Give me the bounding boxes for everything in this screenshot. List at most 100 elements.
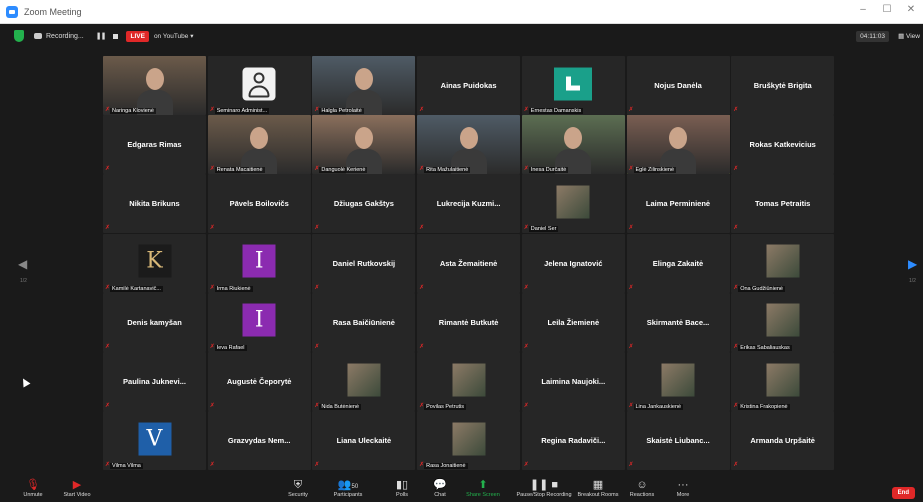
muted-mic-icon: ✗ (209, 343, 215, 350)
previous-page-arrow-icon[interactable]: ◀ (18, 257, 27, 271)
avatar-letter: V (146, 426, 163, 452)
view-button[interactable]: ▦ View (898, 32, 920, 40)
participant-tile[interactable]: Rasa Jonaitienė ✗ (417, 411, 521, 471)
participant-tile[interactable]: Liana Uleckaitė ✗ (312, 411, 416, 471)
muted-mic-icon: ✗ (523, 284, 529, 291)
encryption-shield-icon[interactable] (14, 30, 24, 42)
share-screen-label: Share Screen (466, 492, 500, 498)
participant-tile[interactable]: Elinga Zakaitė ✗ (626, 233, 730, 293)
letter-i-icon: I (242, 303, 276, 337)
muted-mic-icon: ✗ (523, 166, 529, 173)
stop-recording-icon[interactable] (113, 33, 119, 39)
unmute-button[interactable]: 🎙 Unmute (8, 478, 58, 498)
participant-tile[interactable]: Ona Gudžiūnienė ✗ (731, 233, 835, 293)
participant-tile[interactable]: Eglė Žilinskienė ✗ (626, 115, 730, 175)
start-video-button[interactable]: ▶ Start Video (52, 478, 102, 498)
participant-tile[interactable]: Danguolė Kerienė ✗ (312, 115, 416, 175)
participant-tile[interactable]: Rasa Baičiūnienė ✗ (312, 292, 416, 352)
participant-tile[interactable]: Daniel Rutkovskij ✗ (312, 233, 416, 293)
participant-tile[interactable]: Ernestas Damanskis ✗ (521, 56, 625, 115)
participant-tile[interactable]: Kristina Frakopienė ✗ (731, 352, 835, 411)
participant-tile[interactable]: Rita Mažulaitienė ✗ (417, 115, 521, 175)
logo-l-icon (554, 67, 593, 101)
recording-indicator[interactable]: Recording... (34, 33, 84, 40)
participant-name-label: Eglė Žilinskienė (633, 167, 677, 174)
participant-tile[interactable]: Leila Žiemienė ✗ (521, 292, 625, 352)
chat-icon: 💬 (433, 479, 447, 491)
maximize-button[interactable]: ☐ (875, 4, 899, 15)
participant-tile[interactable]: Jelena Ignatović ✗ (521, 233, 625, 293)
participant-tile[interactable]: Laima Perminienė ✗ (626, 174, 730, 234)
participant-tile[interactable]: K Kamilė Kartanavič... ✗ (103, 233, 206, 293)
participant-tile[interactable]: Daniel Šer ✗ (521, 174, 625, 234)
avatar-letter: I (254, 248, 264, 274)
stream-destination-dropdown[interactable]: on YouTube ▾ (154, 32, 194, 40)
participant-tile[interactable]: Tomas Petraitis ✗ (731, 174, 835, 234)
participant-tile[interactable]: Povilas Petrutis ✗ (417, 352, 521, 411)
participant-tile[interactable]: Ainas Puidokas ✗ (417, 56, 521, 115)
photo-icon (766, 363, 800, 397)
muted-mic-icon: ✗ (209, 462, 215, 469)
avatar-letter: K (146, 248, 163, 274)
video-off-icon: ▶ (72, 479, 82, 491)
participant-tile[interactable]: I Irma Riukienė ✗ (207, 233, 311, 293)
participant-tile[interactable]: Skaistė Liubanc... ✗ (626, 411, 730, 471)
participant-tile[interactable]: V Vilma Vilma ✗ (103, 411, 206, 471)
participant-tile[interactable]: Pāvels Boilovičs ✗ (207, 174, 311, 234)
muted-mic-icon: ✗ (628, 225, 634, 232)
muted-mic-icon: ✗ (105, 343, 111, 350)
participant-name: Rimantė Butkutė (438, 317, 499, 327)
participant-tile[interactable]: Lukrecija Kuzmi... ✗ (417, 174, 521, 234)
minimize-button[interactable]: – (851, 4, 875, 15)
muted-mic-icon: ✗ (523, 462, 529, 469)
participant-tile[interactable]: I Ieva Rafael ✗ (207, 292, 311, 352)
participant-tile[interactable]: Renata Macaitienė ✗ (207, 115, 311, 175)
participant-tile[interactable]: Nikita Brikuns ✗ (103, 174, 206, 234)
participant-tile[interactable]: Edgaras Rimas ✗ (103, 115, 206, 175)
security-button[interactable]: ⛨ Security (273, 478, 323, 498)
participant-tile[interactable]: Rokas Katkevicius ✗ (731, 115, 835, 175)
participant-name: Rokas Katkevicius (749, 140, 816, 150)
muted-mic-icon: ✗ (105, 225, 111, 232)
participant-tile[interactable]: Grazvydas Nem... ✗ (207, 411, 311, 471)
muted-mic-icon: ✗ (314, 225, 320, 232)
end-meeting-button[interactable]: End (891, 487, 915, 499)
pause-recording-label: Pause/Stop Recording (516, 492, 572, 498)
participant-tile[interactable]: Rimantė Butkutė ✗ (417, 292, 521, 352)
participant-tile[interactable]: Inesa Durčaitė ✗ (521, 115, 625, 175)
participant-tile[interactable]: Asta Žemaitienė ✗ (417, 233, 521, 293)
more-button[interactable]: ··· More (658, 478, 708, 498)
participant-name: Paulina Juknevi... (123, 377, 186, 386)
muted-mic-icon: ✗ (733, 403, 739, 409)
participant-name-label: Ieva Rafael (214, 344, 247, 351)
participant-tile[interactable]: Bruškytė Brigita ✗ (731, 56, 835, 115)
muted-mic-icon: ✗ (628, 343, 634, 350)
participant-name-label: Rita Mažulaitienė (424, 167, 471, 174)
share-screen-button[interactable]: ⬆ Share Screen (458, 478, 508, 498)
participants-button[interactable]: 👥50 Participants (323, 478, 373, 498)
participant-tile[interactable]: Nojus Danėla ✗ (626, 56, 730, 115)
participant-tile[interactable]: Denis kamyšan ✗ (103, 292, 206, 352)
pause-recording-button[interactable]: ❚❚ ■ Pause/Stop Recording (514, 478, 574, 498)
participant-tile[interactable]: Seminaro Administ... ✗ (207, 56, 311, 115)
close-button[interactable]: ✕ (899, 4, 923, 15)
muted-mic-icon: ✗ (733, 107, 739, 113)
meeting-toolbar: 🎙 Unmute ▶ Start Video ⛨ Security 👥50 Pa… (0, 476, 923, 502)
participant-tile[interactable]: Paulina Juknevi... ✗ (103, 352, 206, 411)
participant-tile[interactable]: Naringa Klovienė ✗ (103, 56, 206, 115)
participant-tile[interactable]: Džiugas Gakštys ✗ (312, 174, 416, 234)
participant-tile[interactable]: Augustė Čeporytė ✗ (207, 352, 311, 411)
participant-name: Pāvels Boilovičs (229, 199, 289, 209)
participant-tile[interactable]: Skirmantė Bace... ✗ (626, 292, 730, 352)
pause-recording-icon[interactable]: ❚❚ (96, 32, 107, 40)
user-silhouette-icon (242, 67, 276, 101)
participant-tile[interactable]: Regina Radaviči... ✗ (521, 411, 625, 471)
participant-tile[interactable]: Erikas Sabaliauskas ✗ (731, 292, 835, 352)
muted-mic-icon: ✗ (733, 284, 739, 291)
participant-tile[interactable]: Nida Butėnienė ✗ (312, 352, 416, 411)
participant-tile[interactable]: Halgla Petrolaitė ✗ (312, 56, 416, 115)
participant-tile[interactable]: Laimina Naujoki... ✗ (521, 352, 625, 411)
participant-tile[interactable]: Armanda Urpšaitė ✗ (731, 411, 835, 471)
next-page-arrow-icon[interactable]: ▶ (908, 257, 917, 271)
participant-tile[interactable]: Lina Jankauskienė ✗ (626, 352, 730, 411)
